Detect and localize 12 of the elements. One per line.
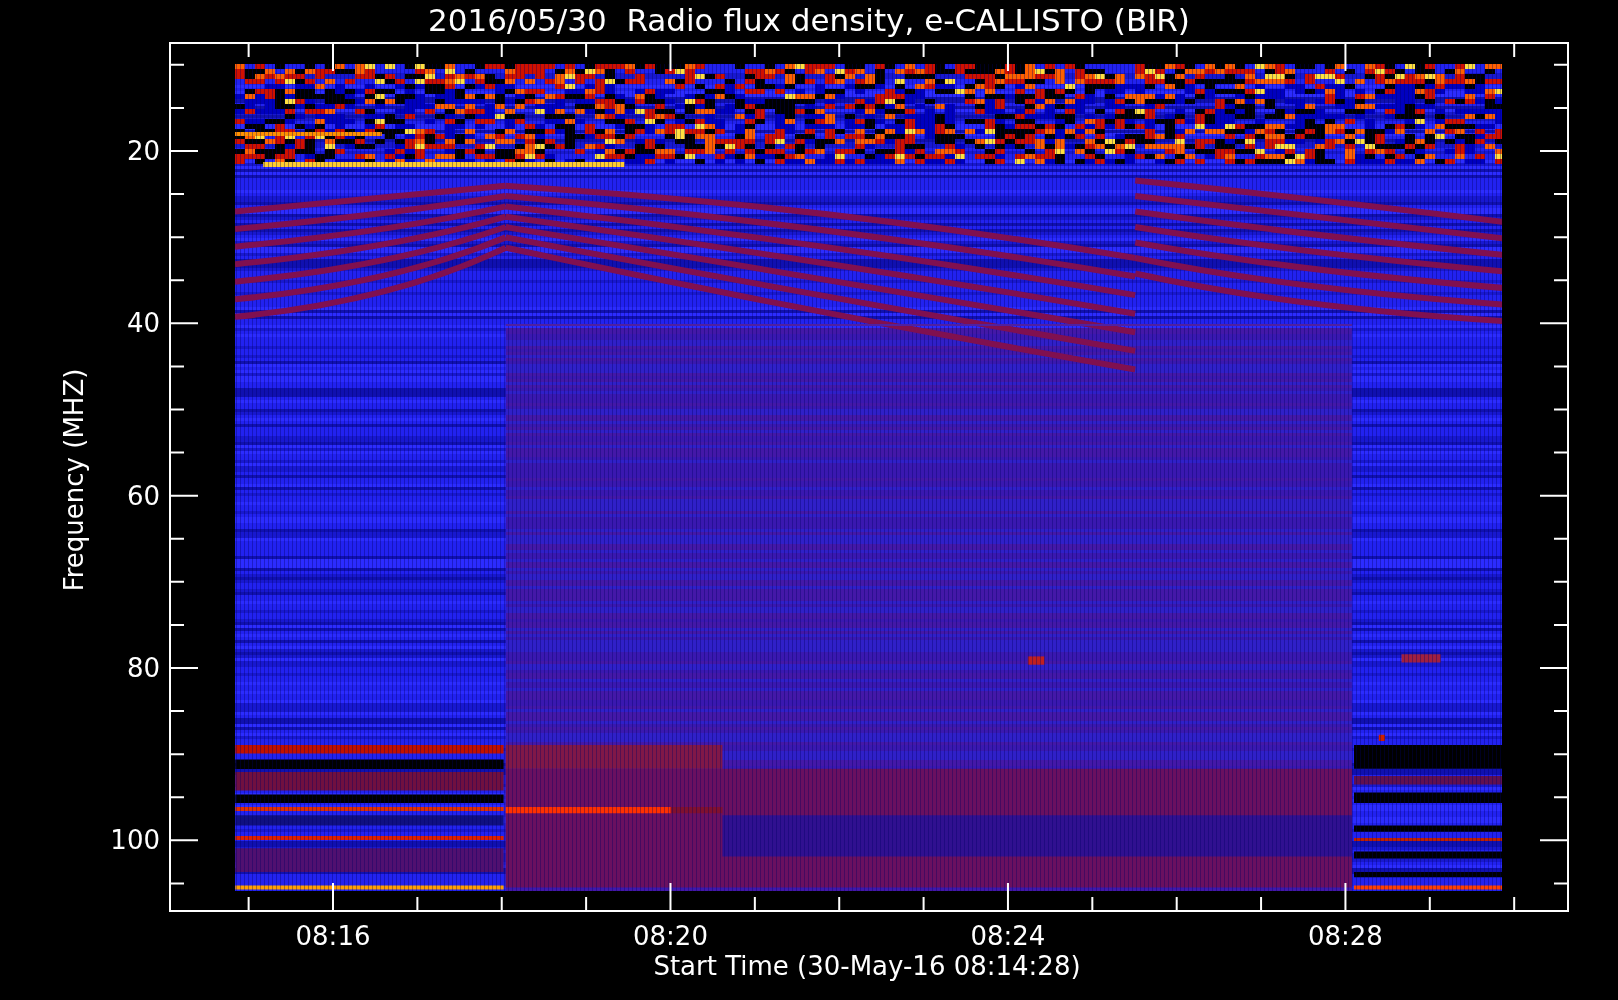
x-tick-label: 08:24 [970, 921, 1046, 951]
y-tick-label: 60 [126, 480, 160, 511]
x-tick-label: 08:28 [1307, 921, 1383, 951]
y-tick-label: 100 [110, 825, 160, 856]
x-tick-label: 08:16 [295, 921, 371, 951]
y-tick-label: 20 [126, 136, 160, 166]
y-tick-label: 80 [126, 653, 160, 683]
chart-title: 2016/05/30 Radio flux density, e-CALLISTO (BIR) [428, 2, 1190, 38]
x-axis-label: Start Time (30-May-16 08:14:28) [653, 951, 1081, 981]
y-axis-label: Frequency (MHZ) [59, 368, 89, 592]
x-tick-label: 08:20 [633, 921, 708, 951]
y-tick-label: 40 [126, 308, 160, 339]
